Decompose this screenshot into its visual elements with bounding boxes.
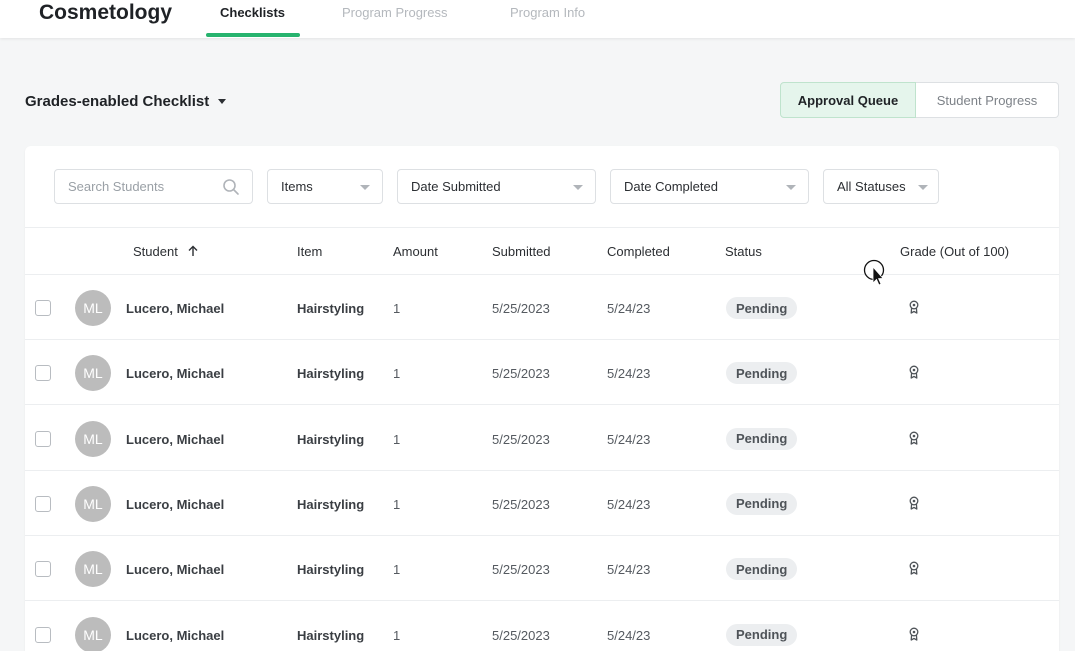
student-name[interactable]: Lucero, Michael	[126, 432, 224, 447]
row-checkbox[interactable]	[35, 626, 51, 643]
avatar: ML	[75, 290, 111, 326]
item-name[interactable]: Hairstyling	[297, 301, 364, 316]
submitted-date: 5/25/2023	[492, 301, 550, 316]
row-checkbox[interactable]	[35, 430, 51, 447]
status-badge: Pending	[726, 427, 798, 450]
chevron-down-icon	[918, 185, 928, 190]
item-name[interactable]: Hairstyling	[297, 432, 364, 447]
completed-date: 5/24/23	[607, 562, 651, 578]
avatar: ML	[75, 551, 111, 588]
table-row: ML Lucero, Michael Hairstyling 1 5/25/20…	[25, 275, 1059, 340]
date-submitted-filter-dropdown[interactable]: Date Submitted	[397, 169, 596, 204]
caret-down-icon	[218, 99, 227, 104]
status-badge: Pending	[726, 623, 798, 646]
student-name[interactable]: Lucero, Michael	[126, 497, 224, 512]
student-progress-button[interactable]: Student Progress	[916, 82, 1059, 118]
item-name[interactable]: Hairstyling	[297, 497, 364, 512]
amount-value: 1	[393, 627, 401, 643]
row-checkbox[interactable]	[35, 495, 51, 512]
top-nav-bar: Cosmetology Checklists Program Progress …	[0, 0, 1075, 38]
student-name[interactable]: Lucero, Michael	[126, 366, 224, 381]
approval-queue-card: Search Students Items Date Submitted Dat…	[25, 146, 1059, 651]
student-name[interactable]: Lucero, Michael	[126, 562, 224, 577]
chevron-down-icon	[360, 185, 370, 190]
date-completed-filter-dropdown[interactable]: Date Completed	[610, 169, 809, 204]
submitted-date: 5/25/2023	[492, 366, 550, 382]
view-toggle: Approval Queue Student Progress	[780, 82, 1059, 118]
date-submitted-filter-label: Date Submitted	[411, 179, 501, 194]
award-icon[interactable]	[908, 496, 920, 515]
award-icon[interactable]	[908, 431, 920, 450]
table-row: ML Lucero, Michael Hairstyling 1 5/25/20…	[25, 602, 1059, 651]
award-icon[interactable]	[908, 365, 920, 384]
column-header-submitted[interactable]: Submitted	[492, 244, 551, 259]
status-filter-label: All Statuses	[837, 179, 906, 194]
arrow-up-icon	[187, 245, 199, 260]
submitted-date: 5/25/2023	[492, 627, 550, 643]
avatar: ML	[75, 420, 111, 457]
amount-value: 1	[393, 301, 401, 316]
amount-value: 1	[393, 431, 401, 447]
column-header-student[interactable]: Student	[133, 244, 199, 260]
avatar: ML	[75, 355, 111, 392]
row-checkbox[interactable]	[35, 561, 51, 578]
date-completed-filter-label: Date Completed	[624, 179, 718, 194]
avatar: ML	[75, 616, 111, 651]
submitted-date: 5/25/2023	[492, 496, 550, 512]
award-icon[interactable]	[908, 627, 920, 646]
items-filter-dropdown[interactable]: Items	[267, 169, 383, 204]
item-name[interactable]: Hairstyling	[297, 628, 364, 643]
table-row: ML Lucero, Michael Hairstyling 1 5/25/20…	[25, 406, 1059, 471]
amount-value: 1	[393, 496, 401, 512]
chevron-down-icon	[786, 185, 796, 190]
submitted-date: 5/25/2023	[492, 431, 550, 447]
search-placeholder: Search Students	[68, 179, 165, 194]
status-badge: Pending	[726, 297, 798, 319]
completed-date: 5/24/23	[607, 366, 651, 382]
avatar: ML	[75, 485, 111, 522]
item-name[interactable]: Hairstyling	[297, 562, 364, 577]
column-header-item[interactable]: Item	[297, 244, 322, 259]
column-header-grade[interactable]: Grade (Out of 100)	[900, 244, 1009, 259]
status-badge: Pending	[726, 558, 798, 581]
mouse-pointer-icon	[863, 259, 887, 294]
active-tab-indicator	[206, 33, 300, 37]
chevron-down-icon	[573, 185, 583, 190]
search-input[interactable]: Search Students	[54, 169, 253, 204]
award-icon[interactable]	[908, 561, 920, 580]
column-header-student-label: Student	[133, 244, 178, 259]
table-header: Student Item Amount Submitted Completed …	[25, 227, 1059, 275]
amount-value: 1	[393, 562, 401, 578]
row-checkbox[interactable]	[35, 365, 51, 382]
column-header-completed[interactable]: Completed	[607, 244, 670, 259]
item-name[interactable]: Hairstyling	[297, 366, 364, 381]
app-title: Cosmetology	[39, 1, 173, 24]
tab-checklists[interactable]: Checklists	[220, 5, 285, 20]
completed-date: 5/24/23	[607, 627, 651, 643]
award-icon[interactable]	[908, 300, 920, 319]
status-badge: Pending	[726, 492, 798, 515]
completed-date: 5/24/23	[607, 301, 651, 316]
items-filter-label: Items	[281, 179, 313, 194]
tab-program-progress[interactable]: Program Progress	[342, 5, 447, 20]
approval-queue-button[interactable]: Approval Queue	[780, 82, 916, 118]
table-row: ML Lucero, Michael Hairstyling 1 5/25/20…	[25, 340, 1059, 406]
tab-program-info[interactable]: Program Info	[510, 5, 585, 20]
row-checkbox[interactable]	[35, 300, 51, 316]
status-filter-dropdown[interactable]: All Statuses	[823, 169, 939, 204]
submitted-date: 5/25/2023	[492, 562, 550, 578]
completed-date: 5/24/23	[607, 431, 651, 447]
completed-date: 5/24/23	[607, 496, 651, 512]
search-icon	[222, 178, 240, 199]
amount-value: 1	[393, 366, 401, 382]
column-header-amount[interactable]: Amount	[393, 244, 438, 259]
student-name[interactable]: Lucero, Michael	[126, 301, 224, 316]
checklist-dropdown-label: Grades-enabled Checklist	[25, 93, 210, 110]
status-badge: Pending	[726, 362, 798, 385]
checklist-dropdown[interactable]: Grades-enabled Checklist	[25, 93, 227, 110]
column-header-status[interactable]: Status	[725, 244, 762, 259]
table-row: ML Lucero, Michael Hairstyling 1 5/25/20…	[25, 536, 1059, 602]
table-row: ML Lucero, Michael Hairstyling 1 5/25/20…	[25, 471, 1059, 536]
student-name[interactable]: Lucero, Michael	[126, 628, 224, 643]
